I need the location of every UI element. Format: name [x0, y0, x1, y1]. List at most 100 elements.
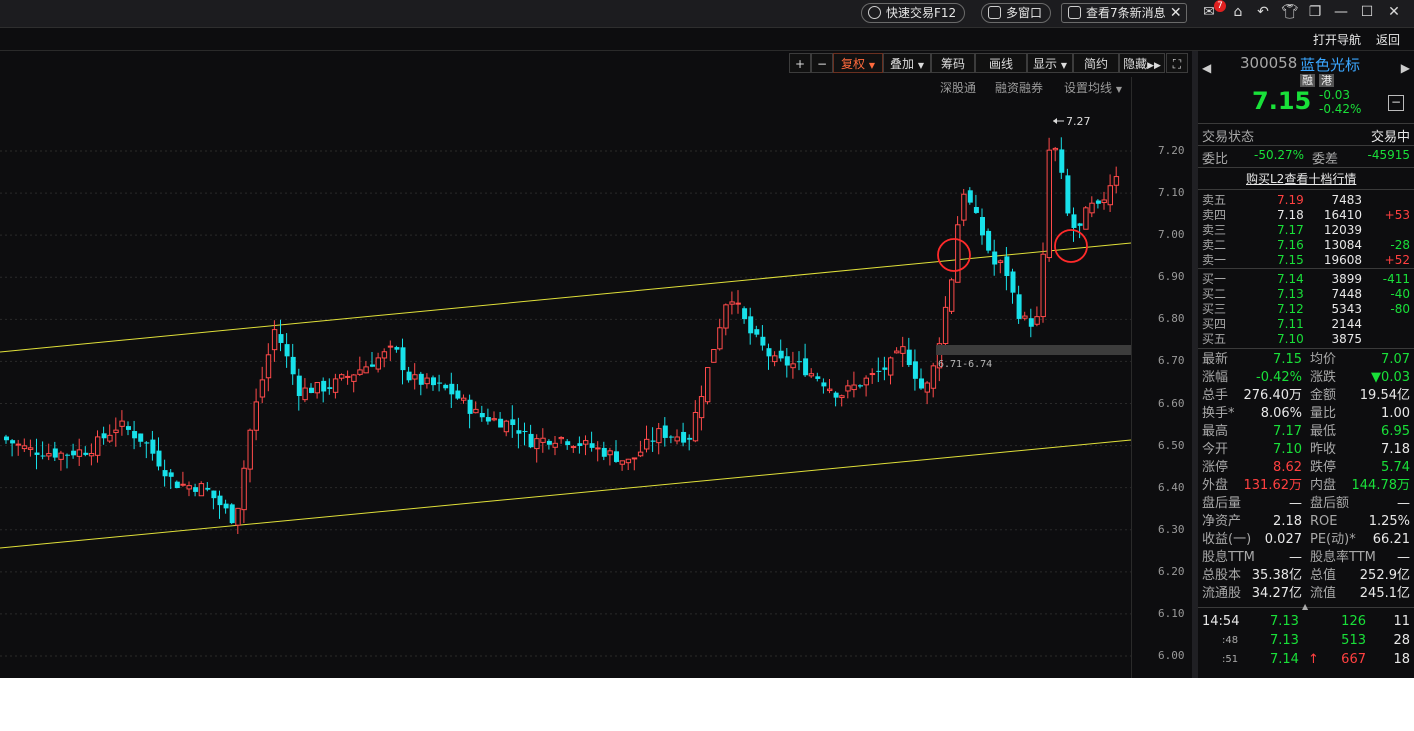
l2-purchase-link[interactable]: 购买L2查看十档行情: [1246, 170, 1356, 187]
bid-row[interactable]: 买一 7.14 3899 -411: [1202, 272, 1412, 287]
level-change: +52: [1384, 253, 1410, 267]
candle: [485, 408, 491, 425]
draw-line-button[interactable]: 画线: [975, 53, 1027, 73]
bid-row[interactable]: 买五 7.10 3875: [1202, 332, 1412, 347]
candle-body: [742, 308, 748, 320]
display-dropdown[interactable]: 显示 ▼: [1027, 53, 1073, 73]
candle-body: [247, 429, 253, 470]
chips-button[interactable]: 筹码: [931, 53, 975, 73]
stat-label: 总手: [1202, 388, 1229, 403]
fullscreen-icon[interactable]: ⛶: [1166, 53, 1188, 73]
tick-volume: 126: [1341, 614, 1366, 629]
candle-body: [577, 443, 583, 446]
messages-button[interactable]: 查看7条新消息 ✕: [1061, 3, 1187, 23]
next-stock-icon[interactable]: ▶: [1401, 61, 1410, 75]
quick-trade-button[interactable]: 快速交易F12: [861, 3, 966, 23]
stock-name[interactable]: 蓝色光标: [1300, 54, 1360, 75]
multi-window-button[interactable]: 多窗口: [981, 3, 1052, 23]
ma-settings-link[interactable]: 设置均线 ▼: [1064, 80, 1122, 98]
margin-trading-link[interactable]: 融资融券: [995, 80, 1043, 96]
ask-row[interactable]: 卖一 7.15 19608 +52: [1202, 253, 1412, 268]
candle: [735, 290, 741, 314]
home-icon[interactable]: ⌂: [1230, 4, 1246, 20]
undo-icon[interactable]: ↶: [1255, 4, 1271, 20]
trade-status-value: 交易中: [1370, 130, 1410, 145]
candle-body: [412, 374, 418, 380]
kline-chart[interactable]: 6.71-6.74 7.27: [0, 51, 1192, 678]
ask-row[interactable]: 卖三 7.17 12039: [1202, 223, 1412, 238]
candle: [400, 338, 406, 385]
candle: [924, 381, 930, 405]
level-volume: 12039: [1323, 223, 1362, 237]
collapse-icon[interactable]: −: [1388, 95, 1404, 111]
stat-label: 最高: [1202, 424, 1229, 439]
brief-button[interactable]: 简约: [1073, 53, 1119, 73]
open-nav-link[interactable]: 打开导航: [1313, 32, 1361, 48]
zoom-out-button[interactable]: −: [811, 53, 833, 73]
candle: [1059, 137, 1065, 179]
candle-body: [845, 385, 851, 392]
candle: [345, 370, 351, 385]
margin-tag: 融: [1300, 74, 1315, 87]
candle: [241, 460, 247, 523]
window-close-icon[interactable]: ✕: [1386, 4, 1402, 20]
maximize-icon[interactable]: ☐: [1359, 4, 1375, 20]
hide-button[interactable]: 隐藏▶▶: [1119, 53, 1165, 73]
candle-body: [394, 347, 400, 350]
candle: [614, 440, 619, 463]
overlay-dropdown[interactable]: 叠加 ▼: [883, 53, 931, 73]
candle-body: [637, 451, 644, 457]
prev-stock-icon[interactable]: ◀: [1202, 61, 1211, 75]
candle: [894, 347, 900, 354]
candle: [467, 394, 473, 429]
overlay-label: 叠加: [890, 57, 915, 71]
level-price: 7.16: [1277, 238, 1304, 252]
expand-up-icon[interactable]: ▲: [1302, 602, 1308, 611]
stat-label: 外盘: [1202, 478, 1229, 493]
candle: [498, 412, 504, 428]
shirt-icon[interactable]: 👕︎: [1281, 4, 1299, 20]
price-axis-tick: 6.20: [1158, 564, 1185, 578]
candle: [1083, 205, 1089, 230]
bid-row[interactable]: 买二 7.13 7448 -40: [1202, 287, 1412, 302]
candle: [863, 375, 869, 397]
level-price: 7.12: [1277, 302, 1304, 316]
price-axis-tick: 6.40: [1158, 480, 1185, 494]
ask-row[interactable]: 卖四 7.18 16410 +53: [1202, 208, 1412, 223]
candle-body: [894, 350, 900, 354]
candle: [247, 428, 253, 483]
candle-body: [912, 361, 918, 379]
minimize-icon[interactable]: —: [1333, 4, 1349, 20]
candle: [637, 440, 644, 458]
candle-body: [345, 375, 351, 378]
candle: [370, 351, 375, 368]
back-link[interactable]: 返回: [1376, 32, 1400, 48]
fuquan-dropdown[interactable]: 复权 ▼: [833, 53, 883, 73]
close-icon[interactable]: ✕: [1170, 4, 1182, 22]
candle-body: [332, 378, 339, 393]
ask-row[interactable]: 卖二 7.16 13084 -28: [1202, 238, 1412, 253]
price-range-box: [936, 345, 1131, 355]
stat-label: 净资产: [1202, 514, 1242, 529]
candle: [180, 471, 186, 487]
kline-chart-area[interactable]: 6.71-6.74 7.27: [0, 51, 1192, 678]
ask-row[interactable]: 卖五 7.19 7483: [1202, 193, 1412, 208]
candle: [491, 411, 497, 422]
stat-row: 净资产 2.18 ROE 1.25%: [1202, 513, 1412, 531]
restore-window-icon[interactable]: ❐: [1307, 4, 1323, 20]
candle: [132, 420, 138, 450]
candle-body: [863, 377, 869, 386]
stat-value: -0.42%: [1256, 370, 1302, 385]
candle-body: [284, 344, 290, 357]
candle: [1095, 199, 1101, 209]
candle-body: [1101, 199, 1107, 204]
candle: [412, 363, 418, 390]
candle-body: [1065, 175, 1071, 214]
shengu-link[interactable]: 深股通: [940, 80, 976, 96]
bid-row[interactable]: 买四 7.11 2144: [1202, 317, 1412, 332]
candle-body: [485, 417, 491, 422]
zoom-in-button[interactable]: +: [789, 53, 811, 73]
candle-body: [1028, 318, 1034, 327]
bid-row[interactable]: 买三 7.12 5343 -80: [1202, 302, 1412, 317]
candle-body: [455, 390, 461, 399]
